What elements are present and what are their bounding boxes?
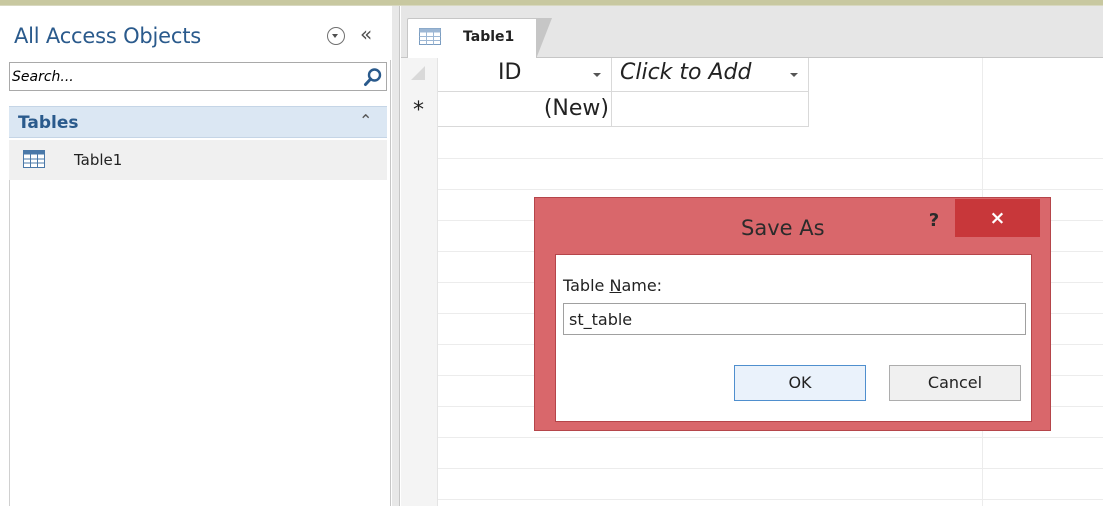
group-label: Tables <box>18 113 79 133</box>
chevron-down-icon[interactable] <box>790 73 798 77</box>
dialog-body: Table Name: OK Cancel <box>555 254 1032 422</box>
help-button[interactable]: ? <box>918 206 950 236</box>
column-label: Click to Add <box>620 60 752 85</box>
navigation-pane: All Access Objects « Tables ⌃ Table1 <box>0 6 391 506</box>
nav-title[interactable]: All Access Objects <box>14 24 201 48</box>
table-icon <box>23 150 45 168</box>
nav-divider <box>9 180 10 506</box>
table-icon <box>419 28 441 45</box>
label-accelerator: N <box>609 276 622 295</box>
column-header-id[interactable]: ID <box>438 58 612 92</box>
grid-line <box>438 468 1103 469</box>
new-record-id-cell[interactable]: (New) <box>438 92 612 127</box>
grid-line <box>438 499 1103 500</box>
grid-line <box>438 189 1103 190</box>
chevron-circle-down-icon[interactable] <box>327 27 345 45</box>
label-suffix: ame: <box>621 276 663 295</box>
dialog-title-bar[interactable]: Save As ? × <box>535 198 1052 244</box>
group-header-tables[interactable]: Tables ⌃ <box>9 106 387 138</box>
new-record-marker: * <box>413 98 424 123</box>
cancel-button[interactable]: Cancel <box>889 365 1021 401</box>
chevron-down-icon[interactable] <box>593 73 601 77</box>
label-prefix: Table <box>563 276 610 295</box>
save-as-dialog: Save As ? × Table Name: OK Cancel <box>534 197 1051 431</box>
record-selector-column <box>401 58 438 506</box>
search-box <box>9 62 387 91</box>
ok-button[interactable]: OK <box>734 365 866 401</box>
dialog-title: Save As <box>741 216 825 240</box>
grid-line <box>438 158 1103 159</box>
column-label: ID <box>498 60 522 85</box>
table-name-label: Table Name: <box>563 276 662 295</box>
nav-item-table1[interactable]: Table1 <box>9 140 387 180</box>
new-record-value: (New) <box>543 96 609 121</box>
new-record-add-cell[interactable] <box>612 92 809 127</box>
select-all-corner[interactable] <box>411 66 425 80</box>
pane-splitter[interactable] <box>392 6 400 506</box>
column-header-click-to-add[interactable]: Click to Add <box>612 58 809 92</box>
search-icon[interactable] <box>363 67 383 87</box>
tab-strip: Table1 <box>401 6 1103 59</box>
grid-line <box>438 437 1103 438</box>
table-name-input[interactable] <box>563 303 1026 335</box>
tab-table1[interactable]: Table1 <box>407 18 552 59</box>
nav-header: All Access Objects « <box>0 6 391 60</box>
double-chevron-left-icon[interactable]: « <box>360 22 372 46</box>
close-button[interactable]: × <box>955 199 1040 237</box>
double-chevron-up-icon[interactable]: ⌃ <box>359 111 372 131</box>
nav-item-label: Table1 <box>74 151 123 169</box>
search-input[interactable] <box>12 65 352 88</box>
tab-label: Table1 <box>463 29 515 45</box>
